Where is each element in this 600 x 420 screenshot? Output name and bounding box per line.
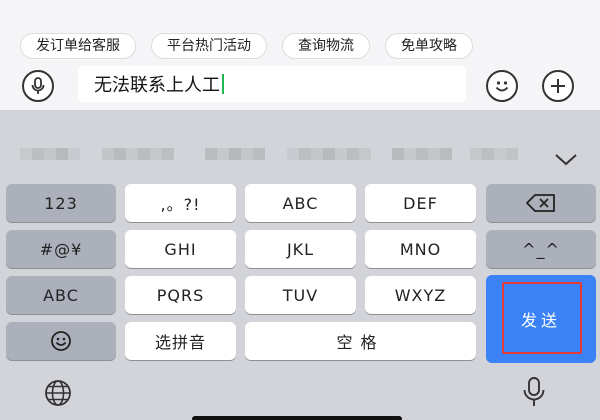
quick-reply-chip[interactable]: 查询物流 (282, 33, 370, 59)
key-ghi[interactable]: GHI (125, 230, 236, 268)
send-highlight-box (502, 282, 582, 354)
backspace-icon (526, 194, 555, 212)
key-def[interactable]: DEF (365, 184, 476, 222)
candidate-word-blurred[interactable] (20, 148, 80, 174)
message-input-row: 无法联系上人工 (0, 66, 600, 106)
key-backspace[interactable] (486, 184, 596, 222)
key-symbols[interactable]: #@¥ (6, 230, 116, 268)
message-input[interactable]: 无法联系上人工 (78, 66, 466, 102)
keyboard-bottom-bar (0, 368, 600, 420)
home-indicator (192, 416, 402, 420)
message-input-text: 无法联系上人工 (94, 75, 220, 96)
key-space[interactable]: 空格 (245, 322, 476, 360)
globe-icon[interactable] (43, 378, 73, 408)
smiley-icon[interactable] (486, 70, 518, 102)
emoji-icon (51, 331, 71, 351)
key-tuv[interactable]: TUV (245, 276, 356, 314)
key-abc-letters[interactable]: ABC (245, 184, 356, 222)
key-select-pinyin[interactable]: 选拼音 (125, 322, 236, 360)
key-mno[interactable]: MNO (365, 230, 476, 268)
key-123[interactable]: 123 (6, 184, 116, 222)
quick-reply-chip[interactable]: 免单攻略 (385, 33, 473, 59)
quick-reply-chip[interactable]: 平台热门活动 (151, 33, 267, 59)
key-pqrs[interactable]: PQRS (125, 276, 236, 314)
emoticon-icon[interactable]: ^_^ (486, 230, 596, 268)
text-caret (222, 74, 224, 94)
candidate-word-blurred[interactable] (287, 148, 371, 174)
candidate-bar (0, 110, 600, 178)
key-punctuation[interactable]: ,。?! (125, 184, 236, 222)
keyboard: 123 #@¥ ABC ,。?! ABC DEF GHI JKL MNO PQR… (0, 110, 600, 420)
chevron-down-icon[interactable] (553, 152, 579, 168)
candidate-word-blurred[interactable] (470, 148, 518, 174)
microphone-icon[interactable] (521, 376, 547, 408)
chat-toolbar: 发订单给客服 平台热门活动 查询物流 免单攻略 无法联系上人工 (0, 0, 600, 110)
candidate-word-blurred[interactable] (392, 148, 452, 174)
microphone-icon[interactable] (22, 70, 54, 102)
candidate-word-blurred[interactable] (205, 148, 265, 174)
key-jkl[interactable]: JKL (245, 230, 356, 268)
plus-icon[interactable] (542, 70, 574, 102)
key-emoji[interactable] (6, 322, 116, 360)
candidate-word-blurred[interactable] (102, 148, 174, 174)
key-wxyz[interactable]: WXYZ (365, 276, 476, 314)
key-abc[interactable]: ABC (6, 276, 116, 314)
quick-reply-bar: 发订单给客服 平台热门活动 查询物流 免单攻略 (20, 33, 473, 59)
quick-reply-chip[interactable]: 发订单给客服 (20, 33, 136, 59)
